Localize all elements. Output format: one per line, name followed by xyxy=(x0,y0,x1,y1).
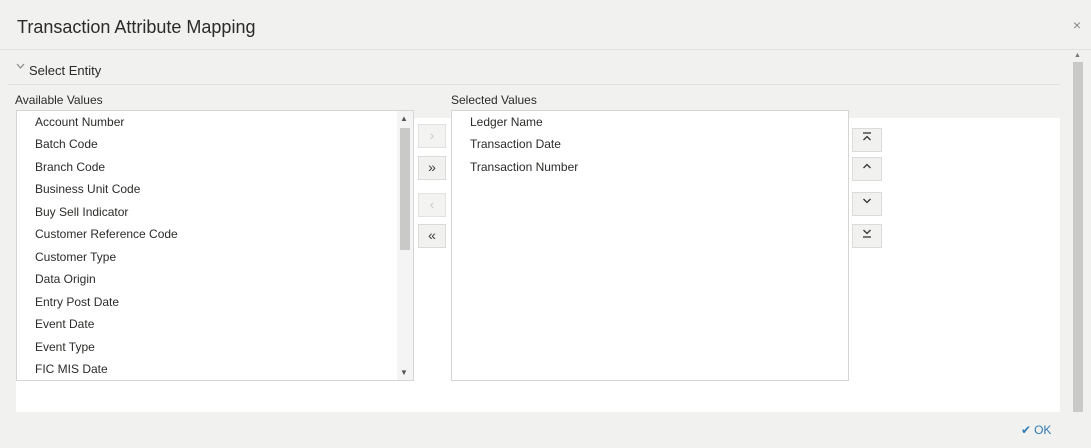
list-item[interactable]: Buy Sell Indicator xyxy=(35,205,128,219)
list-item[interactable]: Data Origin xyxy=(35,272,96,286)
list-item[interactable]: Business Unit Code xyxy=(35,182,140,196)
move-to-top-button[interactable] xyxy=(852,128,882,152)
move-to-bottom-button[interactable] xyxy=(852,224,882,248)
dialog-title: Transaction Attribute Mapping xyxy=(17,17,256,37)
list-item[interactable]: Event Date xyxy=(35,317,94,331)
check-icon: ✔ xyxy=(1021,423,1032,437)
scroll-thumb[interactable] xyxy=(1073,62,1083,434)
ok-button[interactable]: ✔ OK xyxy=(1021,423,1051,437)
move-top-icon xyxy=(863,132,871,141)
dialog-footer: ✔ OK xyxy=(0,412,1091,448)
available-values-label: Available Values xyxy=(15,93,103,107)
scroll-down-arrow-icon[interactable]: ▼ xyxy=(400,368,408,377)
chevron-down-icon xyxy=(16,62,25,73)
dialog-header: Transaction Attribute Mapping × xyxy=(0,0,1091,50)
available-values-list[interactable]: Account Number Batch Code Branch Code Bu… xyxy=(16,110,414,381)
scroll-thumb[interactable] xyxy=(400,128,410,250)
scroll-up-arrow-icon[interactable]: ▲ xyxy=(400,114,408,123)
selected-values-label: Selected Values xyxy=(451,93,537,107)
list-item[interactable]: Customer Reference Code xyxy=(35,227,178,241)
chevron-down-icon xyxy=(863,198,871,204)
move-bottom-icon xyxy=(863,229,871,238)
list-item[interactable]: Customer Type xyxy=(35,250,116,264)
list-item[interactable]: Event Type xyxy=(35,340,95,354)
list-item[interactable]: Ledger Name xyxy=(470,115,543,129)
dialog: Transaction Attribute Mapping × Select E… xyxy=(0,0,1091,448)
list-item[interactable]: Entry Post Date xyxy=(35,295,119,309)
list-item[interactable]: Batch Code xyxy=(35,137,98,151)
move-up-button[interactable] xyxy=(852,157,882,181)
remove-selected-button[interactable]: ‹ xyxy=(418,193,446,217)
move-selected-button[interactable]: › xyxy=(418,124,446,148)
list-item[interactable]: Account Number xyxy=(35,115,124,129)
ok-label: OK xyxy=(1034,423,1052,437)
selected-values-list[interactable]: Ledger Name Transaction Date Transaction… xyxy=(451,110,849,381)
list-item[interactable]: Branch Code xyxy=(35,160,105,174)
list-item[interactable]: Transaction Date xyxy=(470,137,561,151)
list-item[interactable]: Transaction Number xyxy=(470,160,578,174)
available-list-scrollbar[interactable]: ▲ ▼ xyxy=(397,111,413,380)
move-down-button[interactable] xyxy=(852,192,882,216)
select-entity-section-header[interactable]: Select Entity xyxy=(8,60,1060,85)
remove-all-button[interactable]: « xyxy=(418,224,446,248)
chevron-up-icon xyxy=(863,163,871,169)
move-all-button[interactable]: » xyxy=(418,156,446,180)
dialog-content: Select Entity Available Values Selected … xyxy=(8,50,1070,413)
section-label: Select Entity xyxy=(29,63,102,78)
close-icon[interactable]: × xyxy=(1073,17,1081,33)
dialog-scrollbar[interactable]: ▲ xyxy=(1070,50,1086,448)
scroll-up-arrow-icon[interactable]: ▲ xyxy=(1074,52,1081,59)
list-item[interactable]: FIC MIS Date xyxy=(35,362,108,376)
